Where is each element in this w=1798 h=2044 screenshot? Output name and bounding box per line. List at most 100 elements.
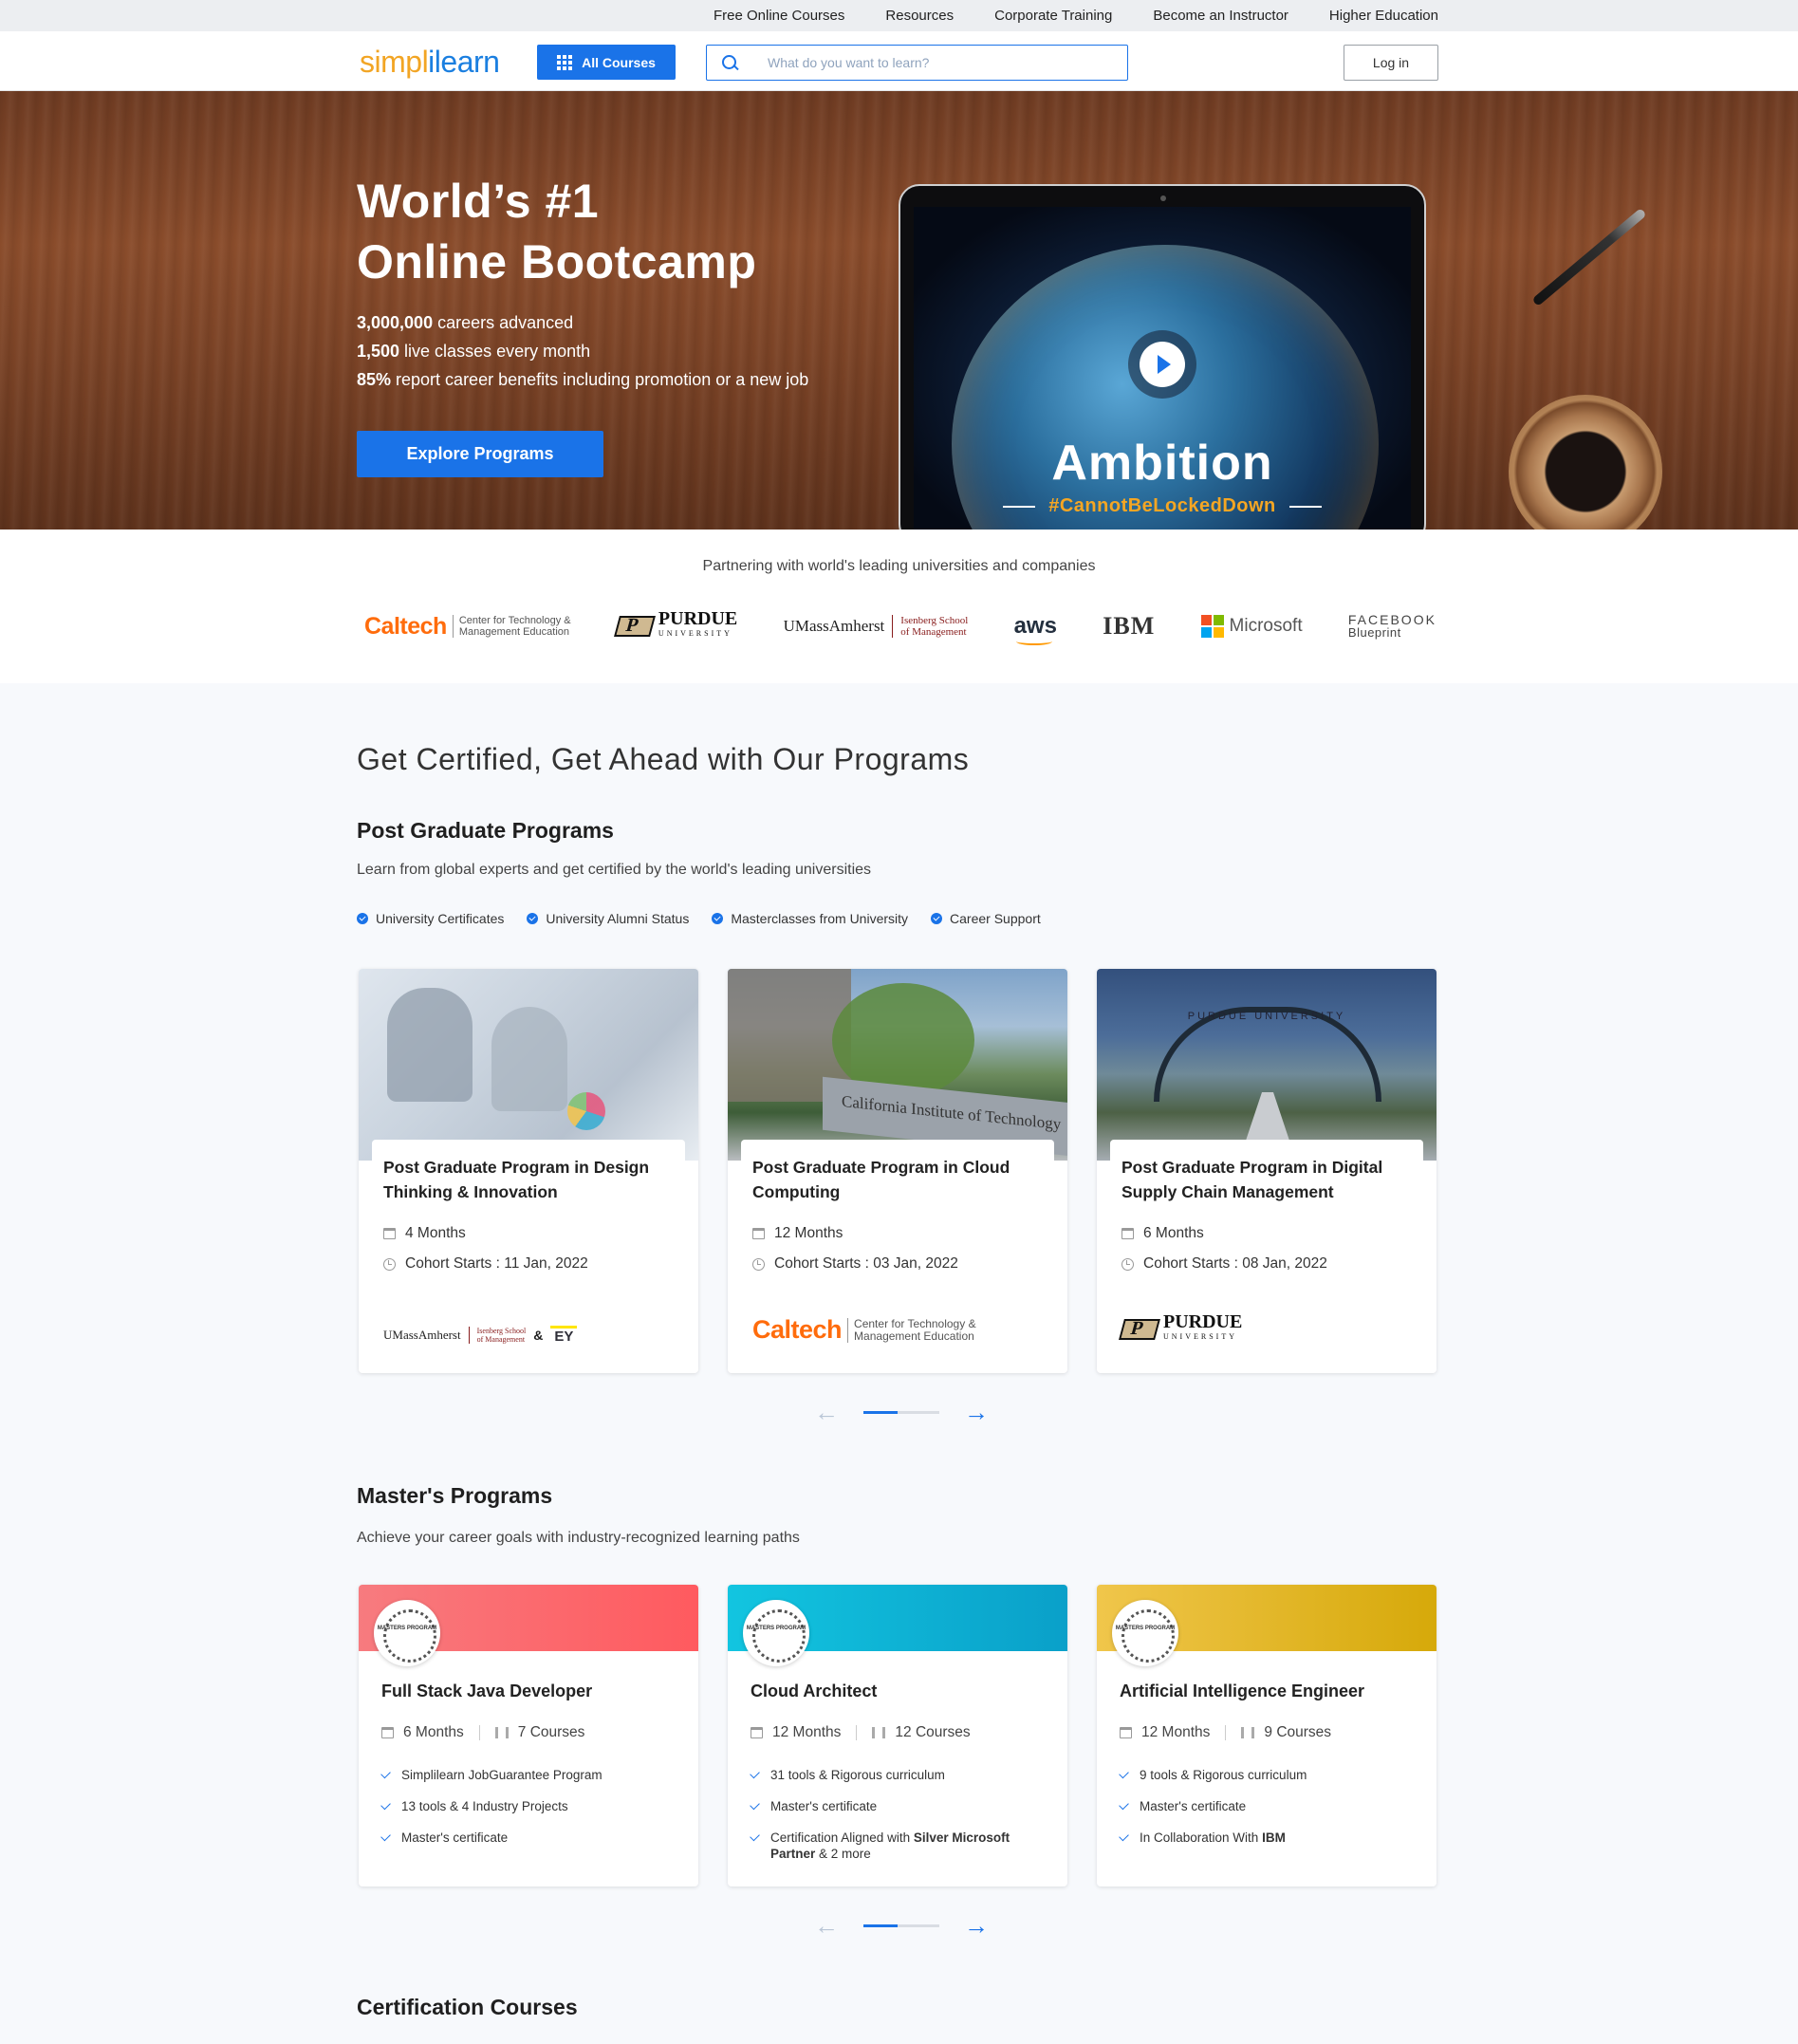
masters-badge-icon: MASTERS PROGRAM (1112, 1600, 1178, 1666)
pg-card[interactable]: PURDUE UNIVERSITY Post Graduate Program … (1097, 969, 1437, 1373)
calendar-icon (751, 1727, 763, 1738)
umass-logo: UMassAmherst Isenberg School of Managemen… (783, 615, 969, 638)
check-icon (750, 1799, 760, 1811)
arrow-right-icon[interactable]: → (964, 1913, 989, 1938)
arrow-left-icon[interactable]: ← (814, 1913, 839, 1938)
check-icon (750, 1830, 760, 1842)
masters-badge-icon: MASTERS PROGRAM (374, 1600, 440, 1666)
hero-title-line2: Online Bootcamp (357, 235, 757, 288)
pen-decoration (1531, 207, 1647, 307)
courses-icon (1241, 1727, 1255, 1738)
site-header: simplilearn All Courses Log in (0, 31, 1798, 91)
login-button[interactable]: Log in (1344, 45, 1438, 81)
pg-card[interactable]: California Institute of Technology Post … (728, 969, 1067, 1373)
pg-carousel-controls: ← → (814, 1400, 989, 1424)
pg-card-body: Post Graduate Program in Digital Supply … (1110, 1140, 1423, 1364)
list-item: 31 tools & Rigorous curriculum (750, 1767, 1054, 1783)
search-input[interactable] (766, 54, 1107, 71)
caltech-logo: Caltech Center for Technology & Managemen… (364, 612, 571, 640)
check-icon (380, 1768, 391, 1779)
clock-icon (752, 1257, 765, 1271)
courses-icon (872, 1727, 886, 1738)
masters-card[interactable]: MASTERS PROGRAM Full Stack Java Develope… (359, 1585, 698, 1886)
hero-title: World’s #1 Online Bootcamp (357, 171, 756, 292)
util-link-free-courses[interactable]: Free Online Courses (714, 8, 844, 24)
pg-card-duration: 6 Months (1121, 1225, 1412, 1242)
partners-title: Partnering with world's leading universi… (702, 558, 1096, 574)
pg-card-cohort: Cohort Starts : 03 Jan, 2022 (752, 1255, 1043, 1273)
arrow-left-icon[interactable]: ← (814, 1400, 839, 1424)
list-item: In Collaboration With IBM (1119, 1830, 1423, 1846)
pg-card-body: Post Graduate Program in Design Thinking… (372, 1140, 685, 1364)
check-badge-icon (712, 913, 724, 924)
util-link-become-instructor[interactable]: Become an Instructor (1153, 8, 1288, 24)
check-icon (1119, 1830, 1129, 1842)
feature-item: Masterclasses from University (712, 911, 908, 926)
masters-card-points: 9 tools & Rigorous curriculum Master's c… (1119, 1767, 1423, 1861)
check-icon (1119, 1799, 1129, 1811)
caltech-logo: Caltech Center for Technology & Managemen… (752, 1315, 976, 1344)
pg-features: University Certificates University Alumn… (357, 911, 1041, 926)
util-link-higher-education[interactable]: Higher Education (1329, 8, 1438, 24)
pg-card-image: PURDUE UNIVERSITY (1097, 969, 1437, 1161)
logo-part-learn: ilearn (428, 45, 500, 79)
pg-card-image (359, 969, 698, 1161)
microsoft-logo: Microsoft (1200, 615, 1303, 638)
pg-card-duration: 12 Months (752, 1225, 1043, 1242)
site-logo[interactable]: simplilearn (360, 45, 500, 80)
masters-programs-title: Master's Programs (357, 1483, 553, 1508)
check-badge-icon (357, 913, 368, 924)
video-hashtag: #CannotBeLockedDown (914, 495, 1411, 517)
all-courses-button[interactable]: All Courses (537, 45, 676, 80)
aws-logo: aws (1013, 613, 1057, 645)
video-player[interactable]: Ambition #CannotBeLockedDown (914, 207, 1411, 530)
masters-card[interactable]: MASTERS PROGRAM Cloud Architect 12 Month… (728, 1585, 1067, 1886)
feature-item: Career Support (931, 911, 1041, 926)
list-item: 13 tools & 4 Industry Projects (380, 1798, 685, 1814)
list-item: Simplilearn JobGuarantee Program (380, 1767, 685, 1783)
ey-logo: EY (550, 1326, 578, 1345)
explore-programs-button[interactable]: Explore Programs (357, 431, 603, 477)
check-badge-icon (931, 913, 943, 924)
util-link-resources[interactable]: Resources (885, 8, 954, 24)
play-icon[interactable] (1128, 330, 1196, 399)
masters-card-points: 31 tools & Rigorous curriculum Master's … (750, 1767, 1054, 1877)
carousel-progress (863, 1410, 939, 1414)
list-item: 9 tools & Rigorous curriculum (1119, 1767, 1423, 1783)
search-icon[interactable] (707, 46, 745, 80)
feature-item: University Certificates (357, 911, 504, 926)
pg-programs-desc: Learn from global experts and get certif… (357, 862, 872, 878)
calendar-icon (752, 1228, 765, 1239)
video-title: Ambition (1051, 436, 1273, 491)
calendar-icon (1120, 1727, 1132, 1738)
feature-item: University Alumni Status (527, 911, 689, 926)
programs-section-title: Get Certified, Get Ahead with Our Progra… (357, 742, 970, 776)
purdue-arch-text: PURDUE UNIVERSITY (1187, 1011, 1346, 1022)
masters-programs-desc: Achieve your career goals with industry-… (357, 1530, 800, 1546)
masters-card[interactable]: MASTERS PROGRAM Artificial Intelligence … (1097, 1585, 1437, 1886)
purdue-logo: PURDUEUNIVERSITY (1119, 1312, 1242, 1345)
masters-badge-icon: MASTERS PROGRAM (743, 1600, 809, 1666)
utility-nav: Free Online Courses Resources Corporate … (714, 0, 1438, 31)
masters-card-meta: 12 Months 9 Courses (1120, 1724, 1331, 1741)
hero-stats: 3,000,000 careers advanced 1,500 live cl… (357, 308, 808, 394)
pg-card[interactable]: Post Graduate Program in Design Thinking… (359, 969, 698, 1373)
util-link-corporate-training[interactable]: Corporate Training (994, 8, 1112, 24)
masters-card-meta: 12 Months 12 Courses (751, 1724, 971, 1741)
certification-courses-title: Certification Courses (357, 1995, 578, 2019)
carousel-progress (863, 1923, 939, 1927)
pg-card-body: Post Graduate Program in Cloud Computing… (741, 1140, 1054, 1364)
pg-card-duration: 4 Months (383, 1225, 674, 1242)
umass-ey-logo: UMassAmherst Isenberg School of Managemen… (383, 1326, 578, 1345)
clock-icon (1121, 1257, 1134, 1271)
arrow-right-icon[interactable]: → (964, 1400, 989, 1424)
pg-programs-title: Post Graduate Programs (357, 818, 614, 843)
check-icon (750, 1768, 760, 1779)
facebook-blueprint-logo: FACEBOOK Blueprint (1347, 612, 1437, 640)
calendar-icon (381, 1727, 394, 1738)
pg-card-title: Post Graduate Program in Cloud Computing (752, 1158, 1010, 1201)
masters-carousel-controls: ← → (814, 1913, 989, 1938)
hero-banner: World’s #1 Online Bootcamp 3,000,000 car… (0, 91, 1798, 530)
check-badge-icon (527, 913, 539, 924)
list-item: Master's certificate (750, 1798, 1054, 1814)
